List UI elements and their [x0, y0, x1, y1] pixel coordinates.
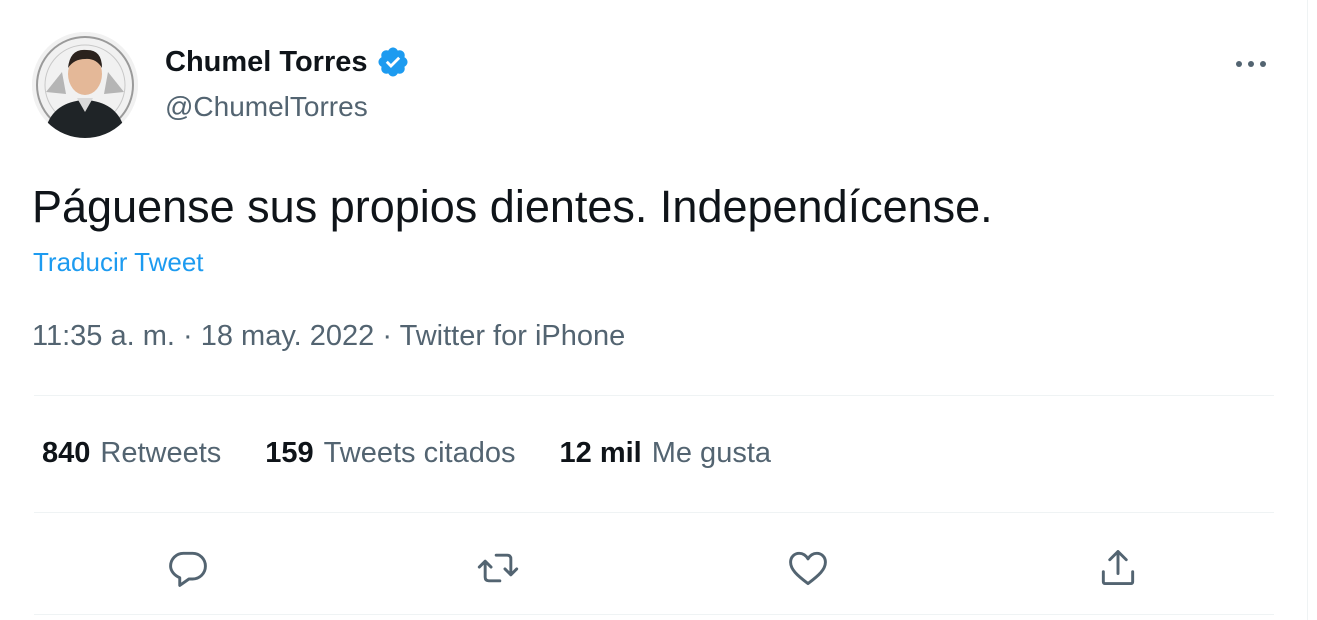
retweets-label: Retweets	[100, 437, 222, 469]
tweet-time[interactable]: 11:35 a. m.	[32, 320, 175, 352]
engagement-stats: 840 Retweets 159 Tweets citados 12 mil M…	[42, 434, 771, 472]
retweets-stat[interactable]: 840 Retweets	[42, 434, 221, 472]
quote-tweets-count: 159	[265, 437, 314, 469]
profile-photo-icon	[32, 32, 138, 138]
meta-separator: ·	[382, 320, 393, 352]
more-options-button[interactable]	[1226, 44, 1276, 84]
share-button[interactable]	[1088, 538, 1148, 598]
meta-separator: ·	[183, 320, 193, 352]
likes-count: 12 mil	[559, 437, 642, 469]
like-button[interactable]	[778, 538, 838, 598]
column-border	[1307, 0, 1308, 620]
author-display-name[interactable]: Chumel Torres	[165, 44, 368, 80]
quote-tweets-stat[interactable]: 159 Tweets citados	[265, 434, 515, 472]
likes-stat[interactable]: 12 mil Me gusta	[560, 434, 772, 472]
tweet-source[interactable]: Twitter for iPhone	[400, 320, 626, 352]
translate-tweet-link[interactable]: Traducir Tweet	[33, 246, 204, 278]
avatar[interactable]	[32, 32, 138, 138]
author-name-row[interactable]: Chumel Torres	[165, 44, 410, 80]
reply-button[interactable]	[158, 538, 218, 598]
more-options-icon	[1236, 61, 1266, 67]
tweet-detail: Chumel Torres @ChumelTorres Páguense sus…	[0, 0, 1317, 620]
retweet-icon	[477, 553, 519, 583]
verified-badge-icon	[377, 47, 408, 77]
likes-label: Me gusta	[651, 437, 772, 469]
like-icon	[789, 551, 827, 586]
tweet-text: Páguense sus propios dientes. Independíc…	[32, 181, 993, 232]
tweet-date[interactable]: 18 may. 2022	[201, 320, 375, 352]
divider	[34, 512, 1274, 513]
quote-tweets-label: Tweets citados	[323, 437, 516, 469]
reply-icon	[169, 551, 207, 587]
author-handle[interactable]: @ChumelTorres	[165, 90, 368, 124]
tweet-metadata: 11:35 a. m. · 18 may. 2022 · Twitter for…	[32, 318, 625, 354]
divider	[34, 395, 1274, 396]
retweets-count: 840	[42, 437, 91, 469]
retweet-button[interactable]	[468, 538, 528, 598]
share-icon	[1101, 550, 1135, 586]
divider	[34, 614, 1274, 615]
tweet-actions	[0, 538, 1317, 598]
